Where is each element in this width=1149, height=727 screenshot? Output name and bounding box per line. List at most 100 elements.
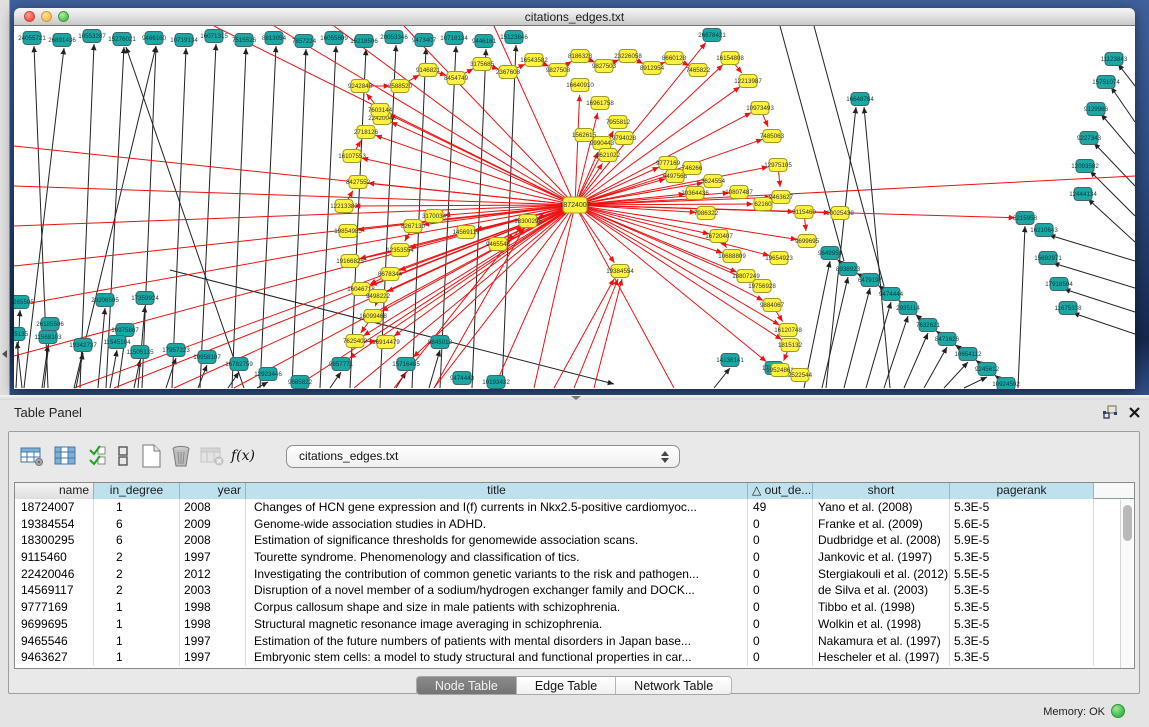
network-node[interactable]: 9827503 — [592, 60, 617, 73]
network-node[interactable]: 7955812 — [606, 116, 631, 129]
table-row[interactable]: 1872400712008Changes of HCN gene express… — [15, 499, 1134, 516]
network-node[interactable]: 9794028 — [612, 132, 637, 145]
network-node[interactable]: 8215958 — [1013, 212, 1038, 225]
network-node[interactable]: 9827508 — [546, 64, 571, 77]
network-node[interactable]: 11123843 — [1101, 53, 1128, 66]
table-vertical-scrollbar[interactable] — [1120, 500, 1133, 668]
network-node[interactable]: 9115460 — [792, 206, 816, 219]
network-node[interactable]: 15692971 — [1034, 252, 1062, 265]
network-node[interactable]: 12975105 — [764, 159, 792, 172]
network-node[interactable]: 15276021 — [108, 33, 136, 46]
network-node[interactable]: 16210643 — [1030, 224, 1058, 237]
table-row[interactable]: 1830029562008Estimation of significance … — [15, 532, 1134, 549]
network-node[interactable]: 8912954 — [640, 62, 665, 75]
network-node[interactable]: 10924502 — [992, 378, 1020, 390]
network-node[interactable]: 9845012 — [428, 336, 453, 349]
network-node[interactable]: 17918504 — [1045, 278, 1073, 291]
table-row[interactable]: 2242004622012Investigating the contribut… — [15, 566, 1134, 583]
rows-icon[interactable] — [114, 442, 132, 470]
table-row[interactable]: 946362711997Embryonic stem cells: a mode… — [15, 649, 1134, 666]
network-node[interactable]: 8813054 — [262, 32, 287, 45]
network-node[interactable]: 12444134 — [1069, 188, 1097, 201]
network-node[interactable]: 9242848 — [348, 80, 373, 93]
network-node[interactable]: 17359924 — [131, 292, 159, 305]
network-node[interactable]: 11675338 — [1054, 302, 1082, 315]
column-header-title[interactable]: title — [246, 483, 748, 499]
table-row[interactable]: 969969511998Structural magnetic resonanc… — [15, 616, 1134, 633]
collapsed-control-panel-strip[interactable] — [0, 0, 10, 395]
table-settings-icon[interactable] — [18, 442, 46, 470]
network-node[interactable]: 3175685 — [470, 58, 495, 71]
table-row[interactable]: 977716911998Corpus callosum shape and si… — [15, 599, 1134, 616]
network-node[interactable]: 10958107 — [193, 351, 221, 364]
network-node[interactable]: 2588520 — [388, 80, 413, 93]
network-node[interactable]: 9446161 — [472, 35, 497, 48]
delete-columns-trash-icon[interactable] — [168, 442, 194, 470]
network-node[interactable]: 9699695 — [795, 235, 820, 248]
new-table-icon[interactable] — [138, 442, 164, 470]
table-row[interactable]: 946554611997Estimation of the future num… — [15, 633, 1134, 650]
function-builder-icon[interactable]: f(x) — [230, 442, 256, 470]
expand-panel-arrow-icon[interactable] — [2, 350, 7, 358]
network-node[interactable]: 10025438 — [826, 207, 854, 220]
network-node[interactable]: 2522544 — [788, 369, 813, 382]
network-node[interactable]: 10975887 — [111, 324, 139, 337]
row-selection-icon[interactable] — [86, 442, 110, 470]
network-node[interactable]: 16120748 — [774, 324, 802, 337]
network-node[interactable]: 9884067 — [760, 299, 785, 312]
network-node[interactable]: 7625402 — [343, 335, 368, 348]
network-node[interactable]: 9621022 — [596, 149, 621, 162]
network-node[interactable]: 8454749 — [444, 72, 469, 85]
network-node[interactable]: 9498222 — [366, 290, 391, 303]
network-node[interactable]: 8660128 — [662, 52, 687, 65]
network-node[interactable]: 12213383 — [330, 200, 358, 213]
network-node[interactable]: 7632621 — [916, 319, 941, 332]
network-node[interactable]: 2935114 — [896, 302, 920, 315]
network-node[interactable]: 9465546 — [486, 238, 511, 251]
network-node[interactable]: 16154808 — [716, 52, 744, 65]
network-node[interactable]: 14136141 — [716, 354, 744, 367]
network-node[interactable]: 11505135 — [126, 346, 154, 359]
column-header-year[interactable]: year — [180, 483, 246, 499]
network-node[interactable]: 24055721 — [18, 32, 46, 45]
column-header-short[interactable]: short — [813, 483, 950, 499]
network-node[interactable]: 9474444 — [879, 288, 904, 301]
tab-node-table[interactable]: Node Table — [416, 676, 517, 695]
network-node[interactable]: 18724007 — [559, 197, 590, 213]
network-node[interactable]: 11568103 — [34, 331, 62, 344]
network-node[interactable]: 9857771 — [329, 358, 354, 371]
network-node[interactable]: 12093582 — [1071, 160, 1099, 173]
network-node[interactable]: 7485063 — [760, 130, 785, 143]
scrollbar-thumb[interactable] — [1123, 505, 1132, 541]
network-node[interactable]: 8186328 — [568, 50, 593, 63]
table-row[interactable]: 1456911722003Disruption of a novel membe… — [15, 582, 1134, 599]
column-header-in_degree[interactable]: in_degree — [94, 483, 180, 499]
network-node[interactable]: 16648784 — [846, 93, 874, 106]
network-node[interactable]: 10193432 — [482, 376, 510, 389]
network-node[interactable]: 10688809 — [718, 250, 746, 263]
network-node[interactable]: 2367608 — [496, 66, 521, 79]
network-node[interactable]: 8938923 — [836, 263, 861, 276]
column-visibility-icon[interactable] — [52, 442, 80, 470]
network-node[interactable]: 26185506 — [36, 318, 64, 331]
network-node[interactable]: 10719134 — [170, 34, 198, 47]
network-node[interactable]: 26878421 — [698, 29, 726, 42]
network-node[interactable]: 19384554 — [606, 265, 634, 278]
network-node[interactable]: 9685822 — [288, 376, 313, 389]
network-node[interactable]: 1815132 — [778, 339, 803, 352]
network-node[interactable]: 15751074 — [1092, 76, 1120, 89]
network-node[interactable]: 16720407 — [705, 230, 733, 243]
network-node[interactable]: 10553287 — [78, 30, 106, 43]
network-node[interactable]: 8427552 — [346, 176, 371, 189]
network-node[interactable]: 9129966 — [1084, 103, 1109, 116]
network-node[interactable]: 16107553 — [338, 150, 366, 163]
network-node[interactable]: 9473407 — [412, 34, 437, 47]
float-panel-icon[interactable] — [1102, 404, 1118, 420]
network-node[interactable]: 7986322 — [694, 207, 719, 220]
network-node[interactable]: 15123846 — [500, 31, 528, 44]
network-node[interactable]: 26891436 — [48, 34, 76, 47]
close-panel-icon[interactable] — [1128, 406, 1141, 419]
network-node[interactable]: 15218506 — [350, 35, 378, 48]
network-node[interactable]: 12213987 — [734, 75, 762, 88]
network-node[interactable]: 7857224 — [292, 35, 317, 48]
